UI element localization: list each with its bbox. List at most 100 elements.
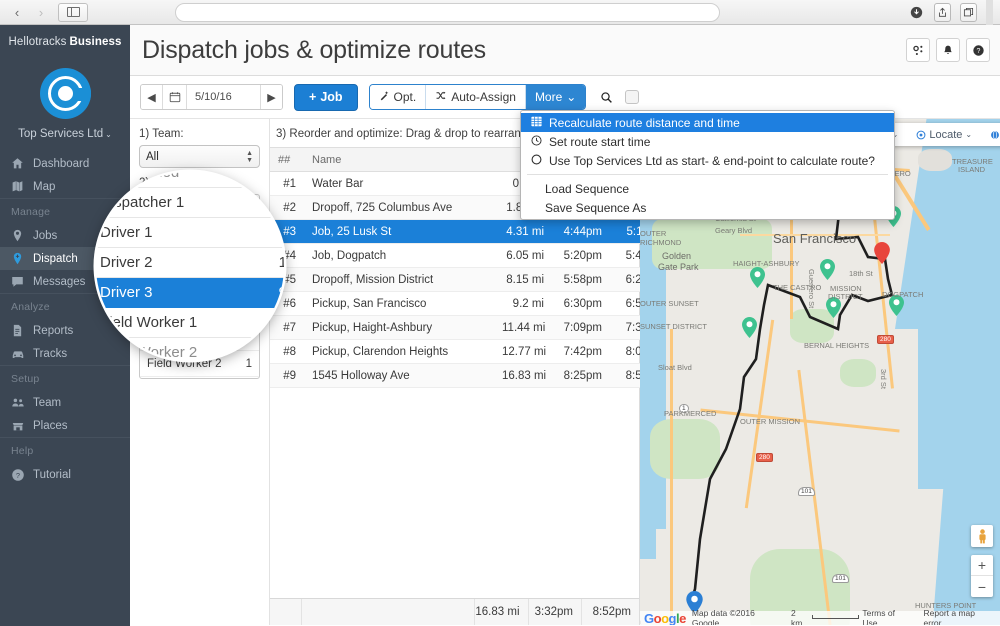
zoom-in-button[interactable]: + [971,555,993,576]
sidebar-item-label: Tracks [33,348,67,360]
back-icon[interactable]: ‹ [6,3,28,21]
more-label: More [535,90,562,104]
map-marker-green[interactable] [742,317,757,338]
water-ocean-w [640,229,666,529]
sidebar-item-label: Tutorial [33,469,71,481]
sidebar-item-team[interactable]: Team [0,391,130,414]
clock-icon [531,135,542,149]
sidebar-item-places[interactable]: Places [0,414,130,437]
map-marker-selected-red[interactable] [874,242,889,263]
chevron-down-icon: ⌄ [965,130,972,139]
table-row[interactable]: #9 1545 Holloway Ave 16.83 mi 8:25pm 8:5… [270,364,672,388]
menu-item-save-sequence-as[interactable]: Save Sequence As [521,198,894,217]
brand: Hellotracks Business [0,25,130,59]
team-select[interactable]: All ▲▼ [139,145,260,168]
cell-start: 5:58pm [552,268,610,292]
column-header-name[interactable]: Name [304,148,494,172]
shield-101-c: 101 [832,574,849,583]
member-name: Driver 3 [100,284,153,301]
add-job-button[interactable]: + Job [294,84,358,111]
document-icon [11,324,33,337]
store-icon [11,419,33,433]
table-row[interactable]: #6 Pickup, San Francisco 9.2 mi 6:30pm 6… [270,292,672,316]
map-label-city: San Francisco [773,231,856,246]
menu-item-label: Set route start time [549,135,650,149]
cell-dist: 4.31 mi [494,220,552,244]
magnified-list-item: Field Worker 1 3 [96,308,284,338]
target-icon [916,130,926,140]
map-label: DISTRICT [828,292,863,301]
map-filter-more[interactable]: More ⌄ [981,129,1000,141]
menu-item-use-hq-as-endpoint[interactable]: Use Top Services Ltd as start- & end-poi… [521,151,894,170]
url-input[interactable] [175,3,720,22]
map-label: DOGPATCH [882,290,923,299]
team-label: 1) Team: [139,128,260,140]
menu-item-load-sequence[interactable]: Load Sequence [521,179,894,198]
treasure-island [918,149,952,171]
wand-icon [379,90,390,104]
download-icon[interactable] [908,3,925,22]
map-label: OUTER [640,229,666,238]
cell-dist: 11.44 mi [494,316,552,340]
cell-dist: 16.83 mi [494,364,552,388]
sidebar-item-tutorial[interactable]: ? Tutorial [0,463,130,486]
totals-end: 8:52pm [582,599,639,625]
date-prev-button[interactable]: ◀ [141,85,163,109]
tabs-icon[interactable] [960,3,977,22]
auto-assign-button[interactable]: Auto-Assign [426,85,526,109]
select-all-checkbox[interactable] [625,90,639,104]
date-next-button[interactable]: ▶ [260,85,282,109]
date-navigator: ◀ 5/10/16 ▶ [140,84,283,110]
map-marker-green[interactable] [820,259,835,280]
map-controls: + − [971,525,993,597]
map-filter-locate[interactable]: Locate ⌄ [907,129,981,141]
zoom-out-button[interactable]: − [971,576,993,597]
totals-start: 3:32pm [529,599,582,625]
question-circle-icon: ? [11,468,33,482]
calendar-icon[interactable] [163,85,187,109]
map-label: PARKMERCED [664,409,716,418]
help-button[interactable]: ? [966,38,990,62]
scrollbar[interactable] [986,0,993,25]
member-name: Driver 1 [100,224,153,241]
add-job-label: Job [320,90,342,104]
sidebar-item-label: Places [33,420,68,432]
optimize-label: Opt. [394,90,417,104]
brand-bold: Business [70,36,122,48]
globe-icon [990,130,1000,140]
map-marker-green[interactable] [750,267,765,288]
table-row[interactable]: #8 Pickup, Clarendon Heights 12.77 mi 7:… [270,340,672,364]
menu-item-label: Load Sequence [545,182,629,196]
svg-text:?: ? [16,470,20,479]
table-row[interactable]: #7 Pickup, Haight-Ashbury 11.44 mi 7:09p… [270,316,672,340]
date-input[interactable]: 5/10/16 [187,85,260,109]
terms-link[interactable]: Terms of Use [862,608,911,625]
report-error-link[interactable]: Report a map error [924,608,994,625]
sidebar-toggle-icon[interactable] [58,3,88,22]
table-row[interactable]: #5 Dropoff, Mission District 8.15 mi 5:5… [270,268,672,292]
route-actions-group: Opt. Auto-Assign More ⌄ [369,84,587,110]
optimize-button[interactable]: Opt. [370,85,427,109]
member-name: Unassigned [100,172,179,181]
column-header-num[interactable]: ## [270,148,304,172]
road-19th-ave [670,329,673,625]
menu-item-recalculate[interactable]: Recalculate route distance and time [521,113,894,132]
member-name: Field Worker 2 [100,344,197,360]
share-icon[interactable] [934,3,951,22]
table-row[interactable]: #4 Job, Dogpatch 6.05 mi 5:20pm 5:47pm [270,244,672,268]
settings-button[interactable] [906,38,930,62]
search-icon[interactable] [600,91,613,104]
company-switcher[interactable]: Top Services Ltd⌄ [0,128,130,140]
forward-icon[interactable]: › [30,3,52,21]
more-button[interactable]: More ⌄ [526,85,585,109]
team-select-value: All [146,151,159,163]
cell-name: Water Bar [304,172,494,196]
member-name: Dispatcher 1 [100,194,184,211]
member-count: 9 [279,284,284,301]
table-row-selected[interactable]: #3 Job, 25 Lusk St 4.31 mi 4:44pm 5:11pm [270,220,672,244]
menu-item-set-start-time[interactable]: Set route start time [521,132,894,151]
pegman-icon[interactable] [971,525,993,547]
member-name: Field Worker 1 [100,314,197,331]
water-bay-s [918,309,1000,489]
notifications-button[interactable] [936,38,960,62]
